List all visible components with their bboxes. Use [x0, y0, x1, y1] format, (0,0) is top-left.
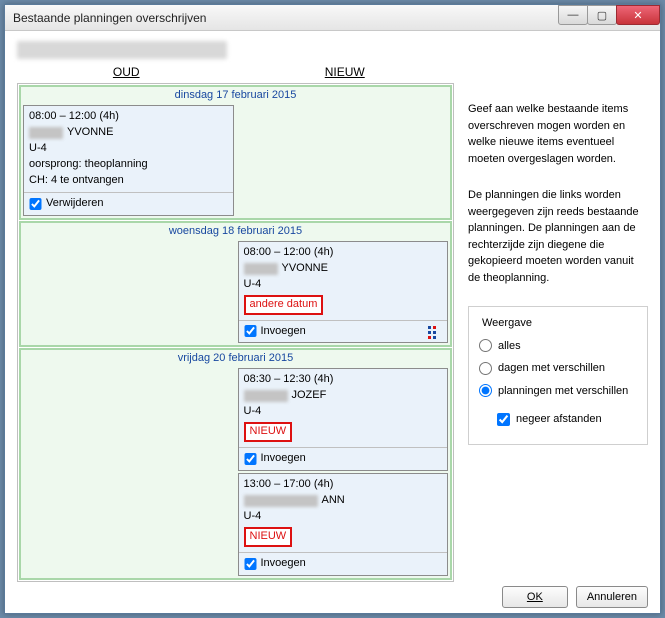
info-paragraph-1: Geef aan welke bestaande items overschre…: [468, 101, 648, 167]
card-room: U-4: [244, 277, 443, 293]
content-area: OUD NIEUW dinsdag 17 februari 2015 08:00…: [5, 31, 660, 582]
radio-alles[interactable]: alles: [479, 338, 637, 355]
check-negeer-afstanden[interactable]: negeer afstanden: [497, 411, 637, 428]
name-blurred: [29, 127, 63, 139]
planning-card[interactable]: 08:00 – 12:00 (4h) YVONNE U-4 oorsprong:…: [23, 105, 234, 216]
day-col-new: 08:30 – 12:30 (4h) JOZEF U-4 NIEUW Invoe…: [236, 366, 451, 577]
weergave-legend: Weergave: [479, 315, 535, 332]
radio-dagen-input[interactable]: [479, 362, 492, 375]
status-badge: NIEUW: [244, 422, 293, 442]
day-block: vrijdag 20 februari 2015 08:30 – 12:30 (…: [19, 348, 452, 579]
titlebar: Bestaande planningen overschrijven — ▢ ✕: [5, 5, 660, 31]
card-ch: CH: 4 te ontvangen: [29, 173, 228, 189]
window-buttons: — ▢ ✕: [559, 5, 660, 25]
minimize-button[interactable]: —: [558, 5, 588, 25]
insert-checkbox[interactable]: [244, 558, 257, 570]
days-list: dinsdag 17 februari 2015 08:00 – 12:00 (…: [17, 83, 454, 582]
day-col-new: [236, 103, 451, 218]
col-header-old: OUD: [17, 63, 236, 83]
left-panel: OUD NIEUW dinsdag 17 februari 2015 08:00…: [17, 41, 454, 582]
card-time: 08:00 – 12:00 (4h): [244, 245, 443, 261]
card-room: U-4: [29, 141, 228, 157]
dialog-footer: OK Annuleren: [5, 582, 660, 613]
day-header: woensdag 18 februari 2015: [21, 223, 450, 239]
name-blurred: [244, 495, 318, 507]
check-negeer-input[interactable]: [497, 413, 510, 426]
insert-checkbox[interactable]: [244, 325, 257, 337]
maximize-button[interactable]: ▢: [587, 5, 617, 25]
day-col-old: [21, 366, 236, 577]
planning-card[interactable]: 08:00 – 12:00 (4h) YVONNE U-4 andere dat…: [238, 241, 449, 344]
planning-icon: [427, 325, 441, 337]
person-name-blurred: [17, 41, 227, 59]
radio-alles-input[interactable]: [479, 339, 492, 352]
ok-button[interactable]: OK: [502, 586, 568, 608]
cancel-button[interactable]: Annuleren: [576, 586, 648, 608]
remove-checkbox[interactable]: [29, 198, 42, 210]
card-time: 08:30 – 12:30 (4h): [244, 372, 443, 388]
status-badge: NIEUW: [244, 527, 293, 547]
card-origin: oorsprong: theoplanning: [29, 157, 228, 173]
status-badge: andere datum: [244, 295, 324, 315]
card-time: 13:00 – 17:00 (4h): [244, 477, 443, 493]
radio-planningen-verschillen[interactable]: planningen met verschillen: [479, 383, 637, 400]
name-blurred: [244, 263, 278, 275]
day-col-old: 08:00 – 12:00 (4h) YVONNE U-4 oorsprong:…: [21, 103, 236, 218]
insert-label: Invoegen: [261, 451, 306, 467]
remove-label: Verwijderen: [46, 196, 103, 212]
day-header: dinsdag 17 februari 2015: [21, 87, 450, 103]
day-col-old: [21, 239, 236, 346]
insert-label: Invoegen: [261, 556, 306, 572]
col-header-new: NIEUW: [236, 63, 455, 83]
planning-card[interactable]: 08:30 – 12:30 (4h) JOZEF U-4 NIEUW Invoe…: [238, 368, 449, 471]
day-header: vrijdag 20 februari 2015: [21, 350, 450, 366]
close-button[interactable]: ✕: [616, 5, 660, 25]
card-name: JOZEF: [292, 388, 327, 404]
card-name: ANN: [322, 493, 345, 509]
card-room: U-4: [244, 509, 443, 525]
right-panel: Geef aan welke bestaande items overschre…: [468, 41, 648, 582]
name-blurred: [244, 390, 288, 402]
columns-header: OUD NIEUW: [17, 63, 454, 83]
insert-label: Invoegen: [261, 324, 306, 340]
radio-dagen-verschillen[interactable]: dagen met verschillen: [479, 360, 637, 377]
card-time: 08:00 – 12:00 (4h): [29, 109, 228, 125]
info-paragraph-2: De planningen die links worden weergegev…: [468, 187, 648, 286]
radio-planningen-input[interactable]: [479, 384, 492, 397]
card-name: YVONNE: [67, 125, 113, 141]
insert-checkbox[interactable]: [244, 453, 257, 465]
card-name: YVONNE: [282, 261, 328, 277]
weergave-fieldset: Weergave alles dagen met verschillen pla…: [468, 306, 648, 445]
day-block: woensdag 18 februari 2015 08:00 – 12:00 …: [19, 221, 452, 348]
day-block: dinsdag 17 februari 2015 08:00 – 12:00 (…: [19, 85, 452, 220]
day-col-new: 08:00 – 12:00 (4h) YVONNE U-4 andere dat…: [236, 239, 451, 346]
planning-card[interactable]: 13:00 – 17:00 (4h) ANN U-4 NIEUW Invoege…: [238, 473, 449, 576]
dialog-window: Bestaande planningen overschrijven — ▢ ✕…: [4, 4, 661, 614]
card-room: U-4: [244, 404, 443, 420]
window-title: Bestaande planningen overschrijven: [13, 11, 206, 25]
